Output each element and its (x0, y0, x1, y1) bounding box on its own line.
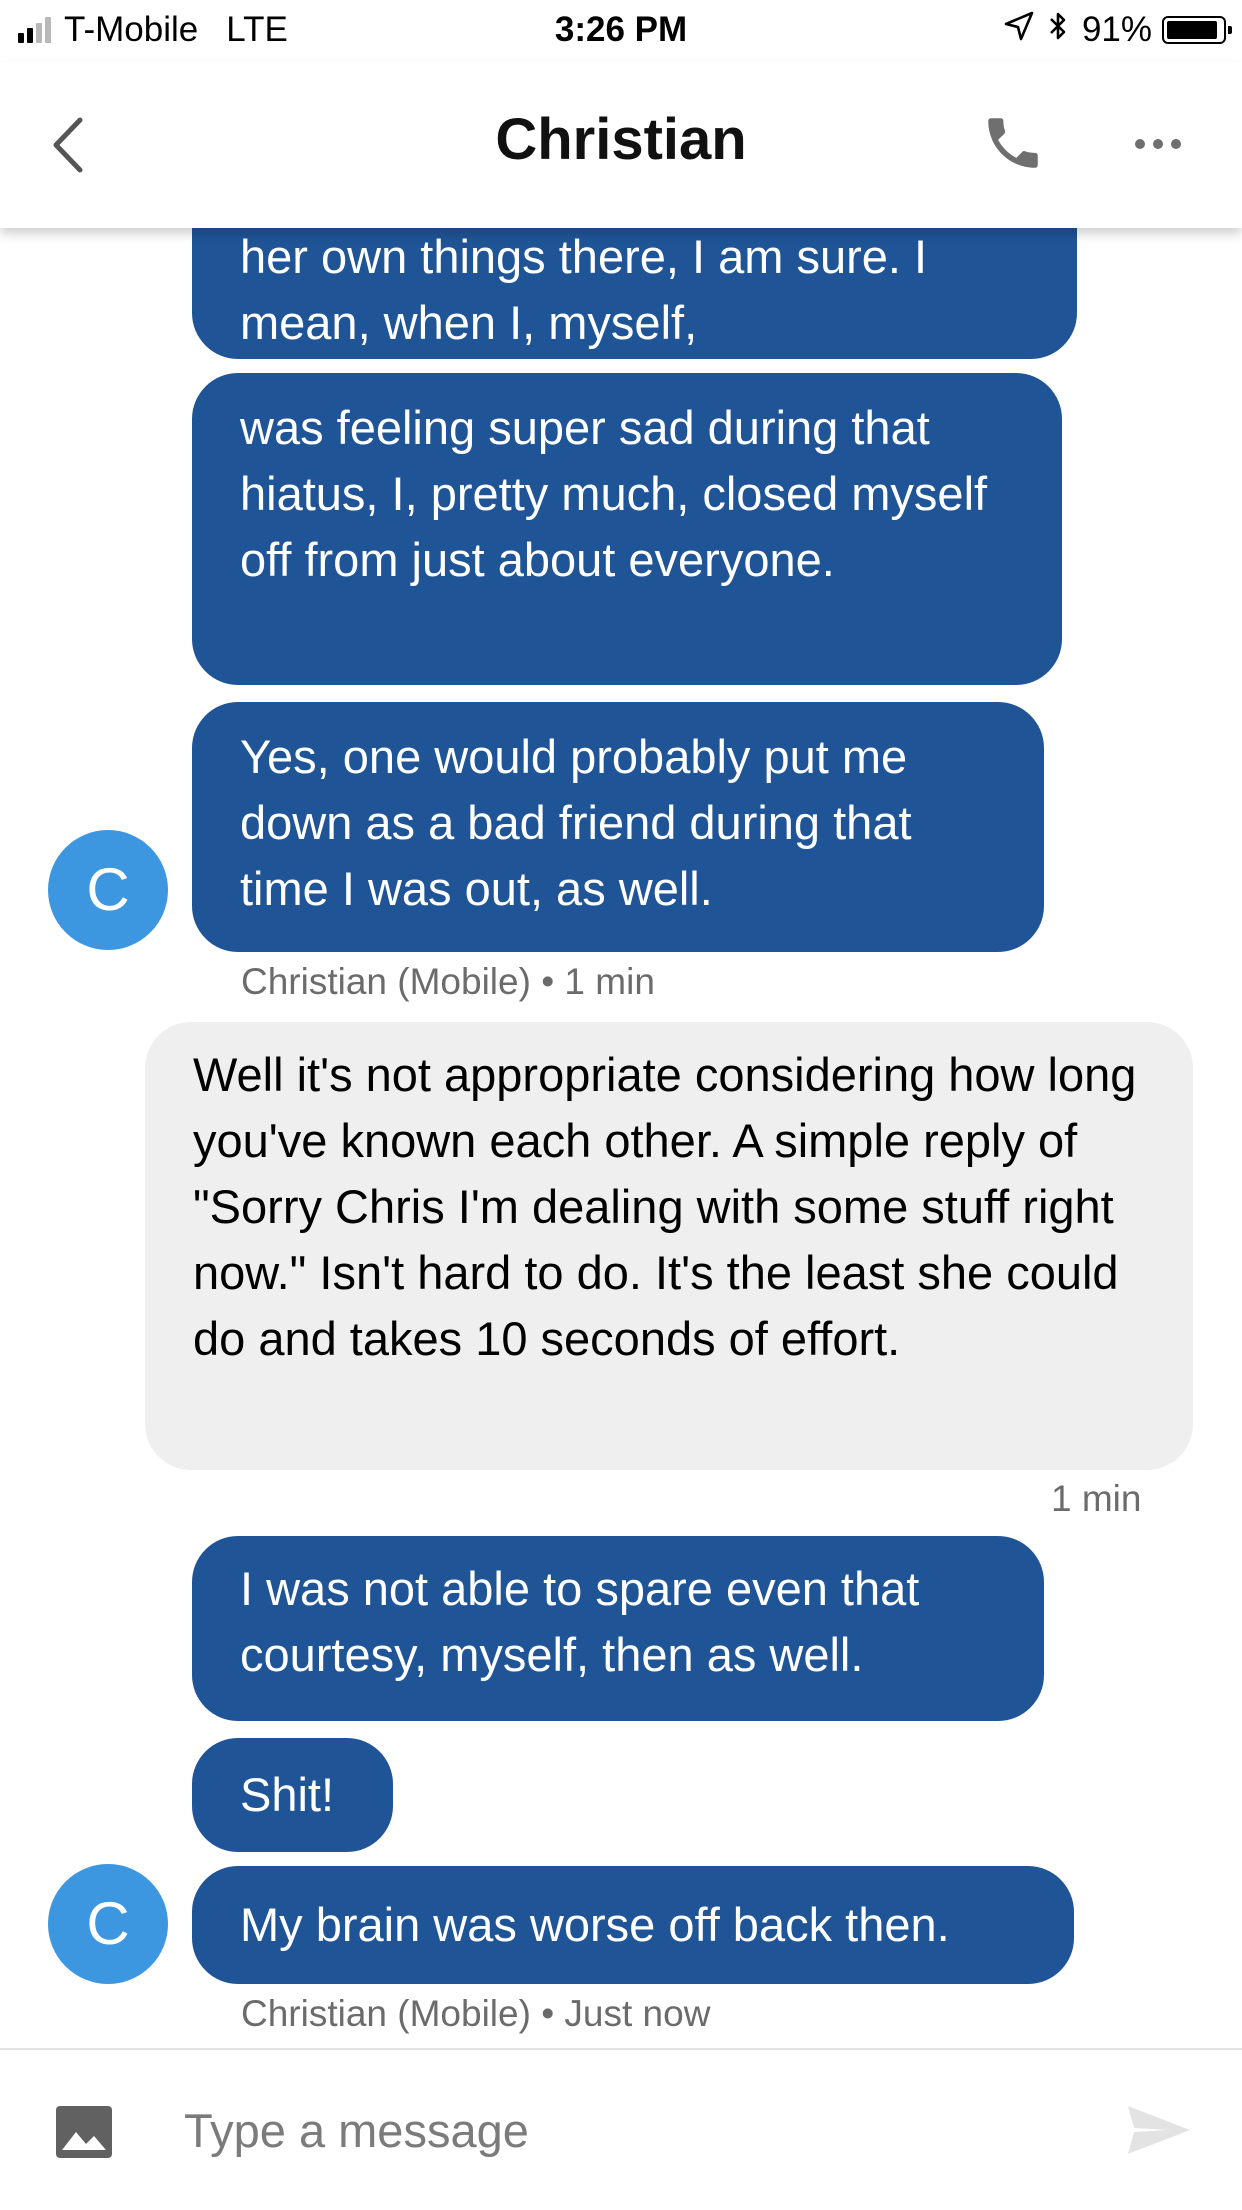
more-dots-icon (1135, 139, 1181, 149)
bluetooth-icon (1048, 10, 1068, 50)
message-input[interactable] (184, 2090, 1084, 2170)
send-button[interactable] (1124, 2100, 1194, 2160)
composer (0, 2048, 1242, 2210)
call-button[interactable] (980, 110, 1046, 176)
message-timestamp: 1 min (1051, 1478, 1142, 1519)
message-bubble-incoming[interactable]: was feeling super sad during that hiatus… (192, 373, 1062, 685)
message-bubble-incoming[interactable]: her own things there, I am sure. I mean,… (192, 228, 1077, 359)
message-meta: Christian (Mobile) • Just now (241, 1993, 711, 2034)
send-icon (1128, 2106, 1190, 2154)
status-right: 91% (1004, 10, 1232, 50)
conversation-title: Christian (495, 107, 747, 172)
message-bubble-incoming[interactable]: My brain was worse off back then. (192, 1866, 1074, 1984)
battery-icon (1162, 16, 1232, 44)
avatar[interactable]: C (48, 1864, 168, 1984)
message-bubble-incoming[interactable]: Shit! (192, 1738, 393, 1852)
battery-percent: 91% (1081, 10, 1152, 49)
message-meta: Christian (Mobile) • 1 min (241, 961, 655, 1002)
message-bubble-incoming[interactable]: Yes, one would probably put me down as a… (192, 702, 1044, 952)
attach-image-button[interactable] (54, 2102, 114, 2162)
message-bubble-incoming[interactable]: I was not able to spare even that courte… (192, 1536, 1044, 1721)
status-bar: T-Mobile LTE 3:26 PM 91% (0, 0, 1242, 62)
phone-icon (988, 118, 1038, 168)
avatar[interactable]: C (48, 830, 168, 950)
message-bubble-outgoing[interactable]: Well it's not appropriate considering ho… (145, 1022, 1193, 1470)
more-options-button[interactable] (1130, 124, 1186, 164)
conversation-header: Christian (0, 62, 1242, 228)
location-arrow-icon (1004, 11, 1034, 49)
message-list[interactable]: her own things there, I am sure. I mean,… (0, 228, 1242, 2048)
image-icon (56, 2106, 112, 2158)
